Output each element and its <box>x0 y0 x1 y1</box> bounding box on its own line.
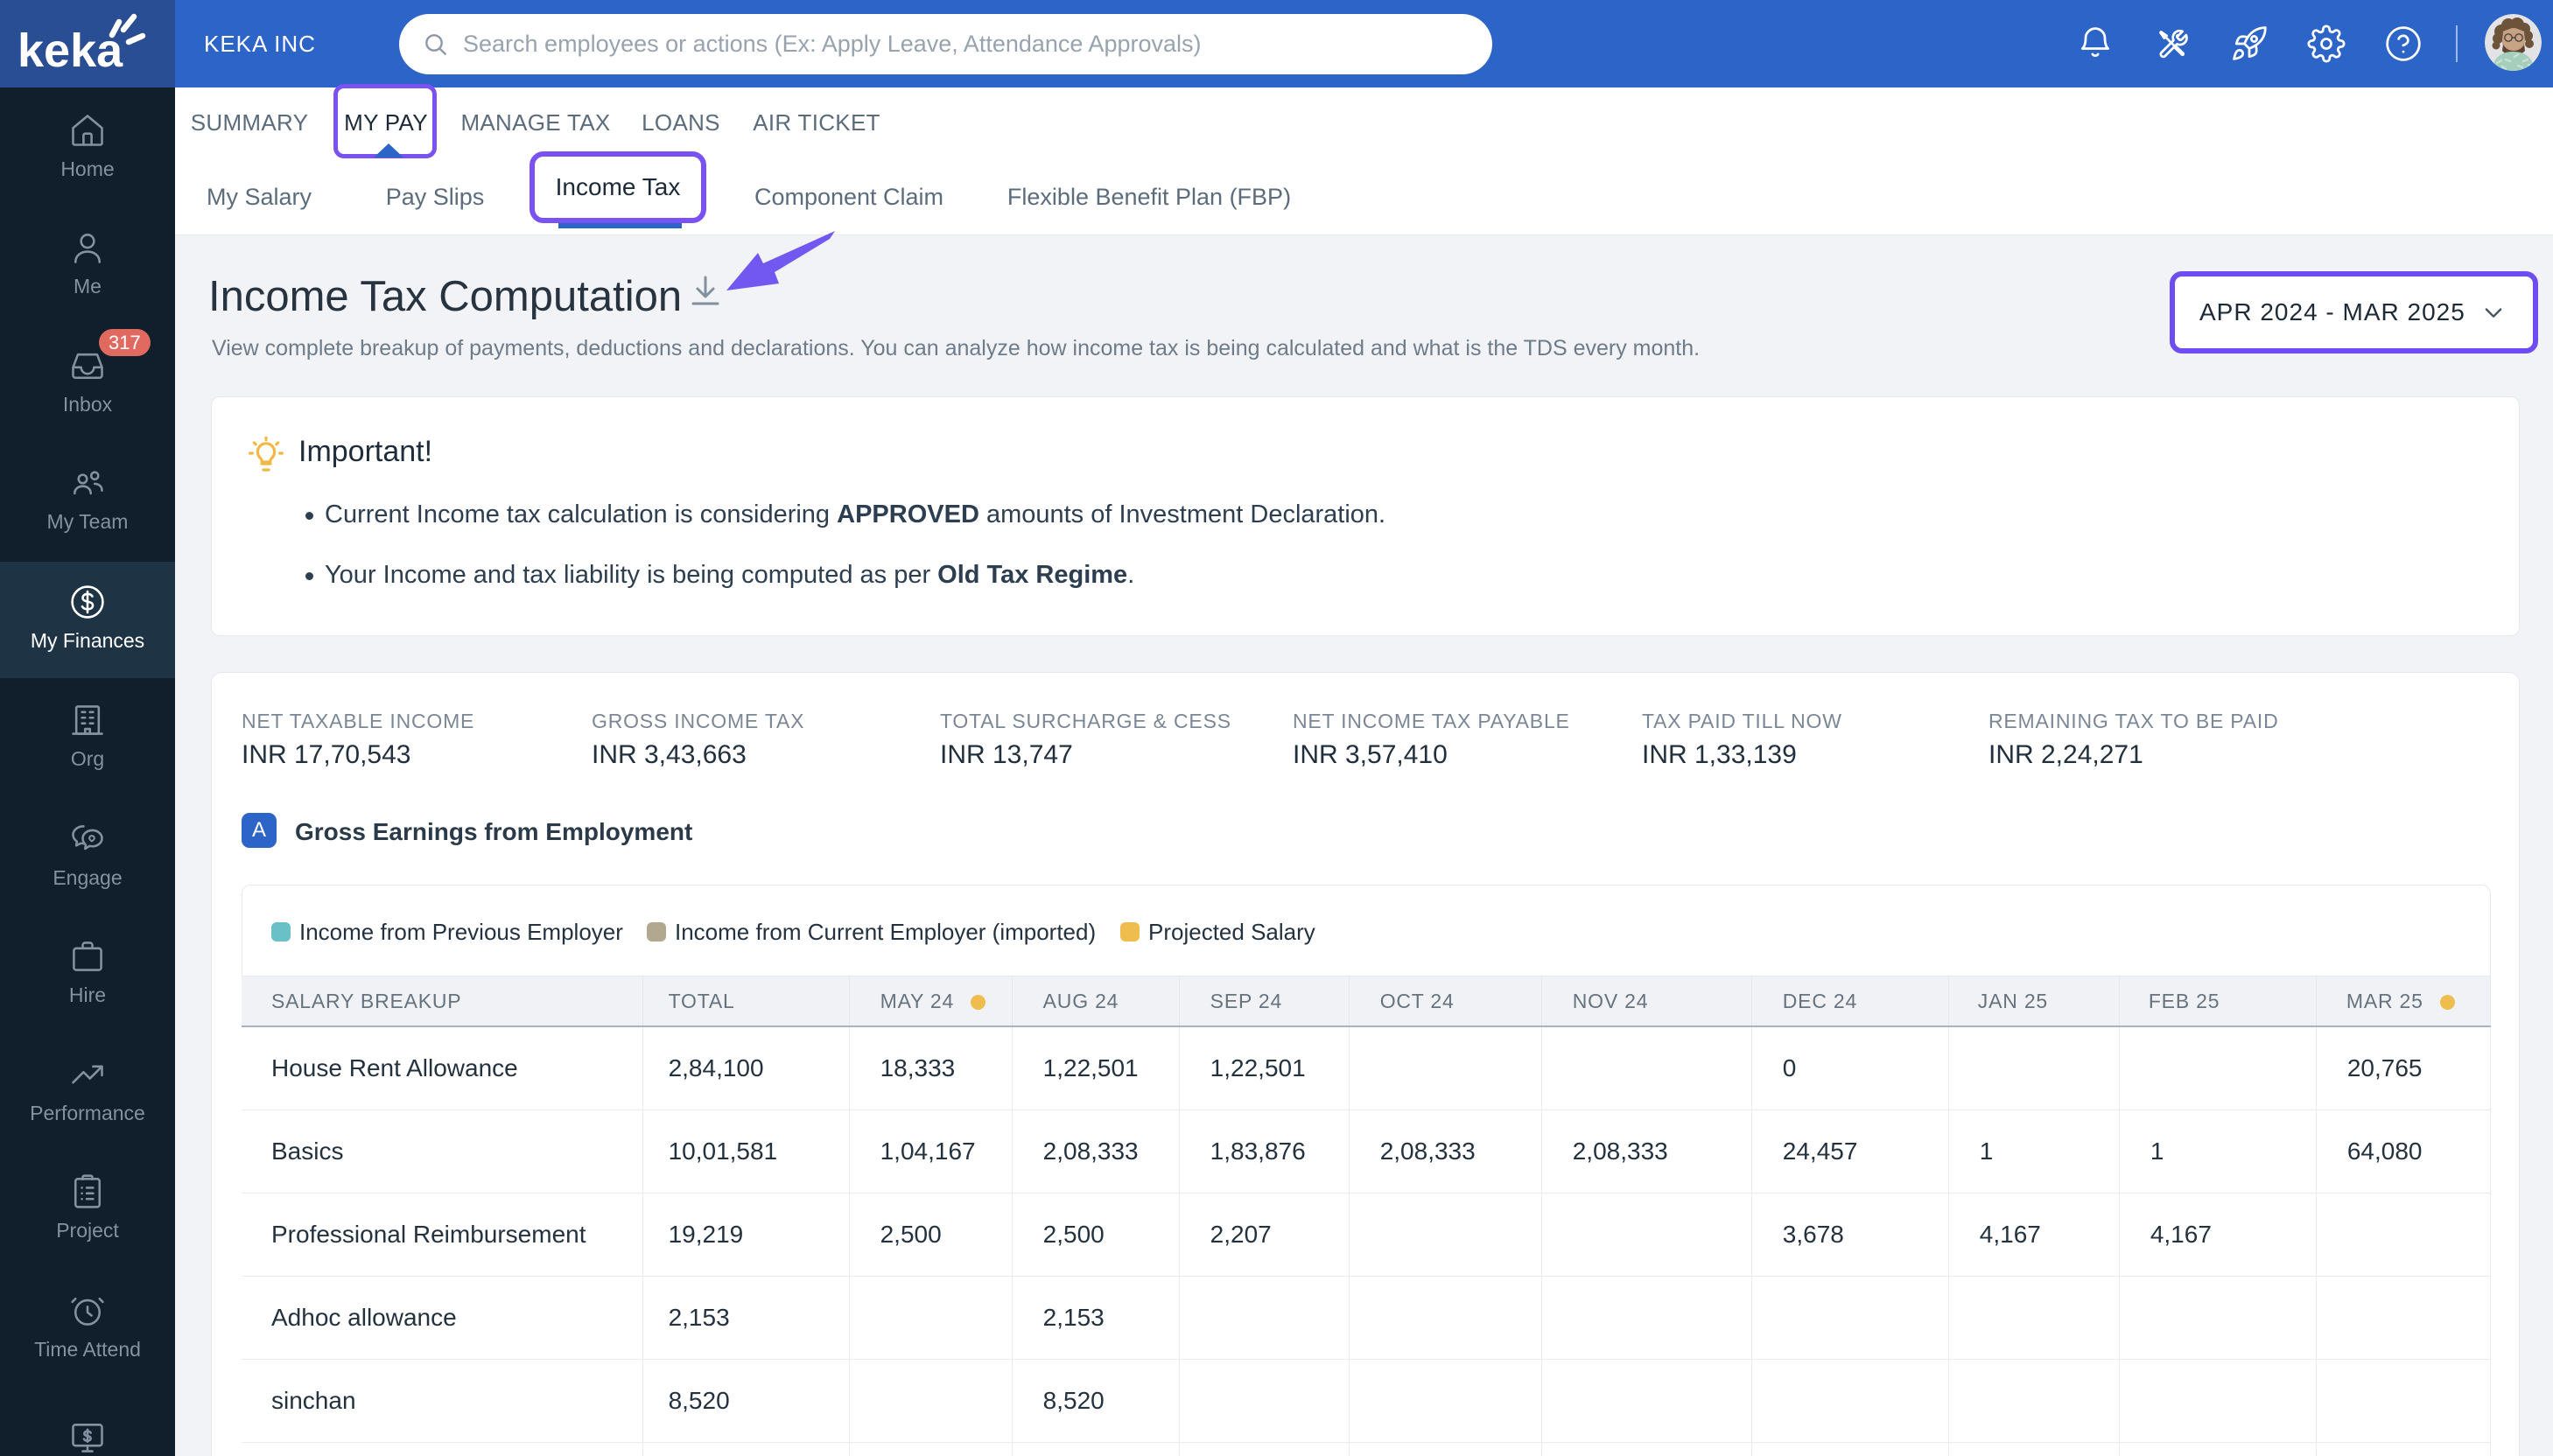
svg-text:keka: keka <box>18 24 123 77</box>
